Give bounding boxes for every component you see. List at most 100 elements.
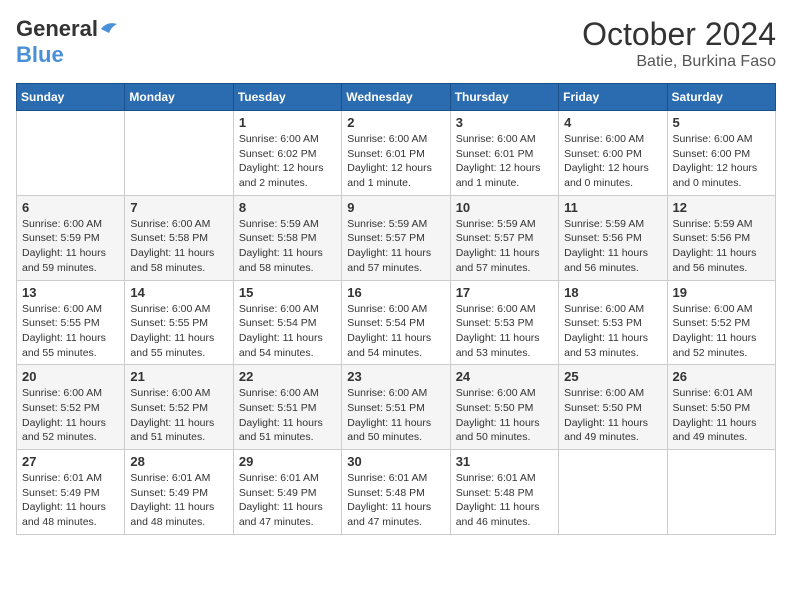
table-row: 4 Sunrise: 6:00 AMSunset: 6:00 PMDaylight… — [559, 111, 667, 196]
day-number: 2 — [347, 115, 444, 130]
day-info: Sunrise: 6:00 AMSunset: 5:51 PMDaylight:… — [239, 386, 336, 445]
table-row: 22Sunrise: 6:00 AMSunset: 5:51 PMDayligh… — [233, 365, 341, 450]
day-info: Sunrise: 6:01 AMSunset: 5:48 PMDaylight:… — [456, 471, 553, 530]
page-header: General Blue October 2024 Batie, Burkina… — [16, 16, 776, 71]
table-row: 1 Sunrise: 6:00 AMSunset: 6:02 PMDaylight… — [233, 111, 341, 196]
calendar-week-row: 27 Sunrise: 6:01 AMSunset: 5:49 PMDayligh… — [17, 450, 776, 535]
table-row: 31 Sunrise: 6:01 AMSunset: 5:48 PMDayligh… — [450, 450, 558, 535]
day-number: 11 — [564, 200, 661, 215]
table-row — [17, 111, 125, 196]
day-number: 6 — [22, 200, 119, 215]
day-number: 7 — [130, 200, 227, 215]
day-number: 4 — [564, 115, 661, 130]
day-info: Sunrise: 6:00 AMSunset: 5:50 PMDaylight:… — [456, 386, 553, 445]
header-thursday: Thursday — [450, 84, 558, 111]
table-row — [125, 111, 233, 196]
day-info: Sunrise: 6:01 AMSunset: 5:49 PMDaylight:… — [22, 471, 119, 530]
day-info: Sunrise: 6:00 AMSunset: 5:54 PMDaylight:… — [347, 302, 444, 361]
table-row: 26Sunrise: 6:01 AMSunset: 5:50 PMDayligh… — [667, 365, 775, 450]
table-row: 14Sunrise: 6:00 AMSunset: 5:55 PMDayligh… — [125, 280, 233, 365]
logo-general-text: General — [16, 16, 98, 42]
table-row: 24 Sunrise: 6:00 AMSunset: 5:50 PMDayligh… — [450, 365, 558, 450]
day-info: Sunrise: 6:01 AMSunset: 5:49 PMDaylight:… — [130, 471, 227, 530]
calendar-week-row: 6Sunrise: 6:00 AMSunset: 5:59 PMDaylight… — [17, 195, 776, 280]
day-number: 17 — [456, 285, 553, 300]
table-row: 25Sunrise: 6:00 AMSunset: 5:50 PMDayligh… — [559, 365, 667, 450]
day-number: 27 — [22, 454, 119, 469]
day-number: 12 — [673, 200, 770, 215]
day-info: Sunrise: 6:00 AMSunset: 5:51 PMDaylight:… — [347, 386, 444, 445]
day-info: Sunrise: 5:59 AMSunset: 5:57 PMDaylight:… — [456, 217, 553, 276]
table-row: 9 Sunrise: 5:59 AMSunset: 5:57 PMDaylight… — [342, 195, 450, 280]
day-number: 18 — [564, 285, 661, 300]
table-row: 2 Sunrise: 6:00 AMSunset: 6:01 PMDaylight… — [342, 111, 450, 196]
month-title: October 2024 — [582, 16, 776, 53]
table-row: 28Sunrise: 6:01 AMSunset: 5:49 PMDayligh… — [125, 450, 233, 535]
table-row: 12 Sunrise: 5:59 AMSunset: 5:56 PMDayligh… — [667, 195, 775, 280]
day-number: 21 — [130, 369, 227, 384]
logo-bird-icon — [99, 19, 119, 39]
day-info: Sunrise: 6:01 AMSunset: 5:49 PMDaylight:… — [239, 471, 336, 530]
day-info: Sunrise: 6:00 AMSunset: 5:53 PMDaylight:… — [456, 302, 553, 361]
table-row: 18Sunrise: 6:00 AMSunset: 5:53 PMDayligh… — [559, 280, 667, 365]
day-info: Sunrise: 6:00 AMSunset: 6:00 PMDaylight:… — [564, 132, 661, 191]
day-info: Sunrise: 6:00 AMSunset: 5:52 PMDaylight:… — [673, 302, 770, 361]
table-row: 13Sunrise: 6:00 AMSunset: 5:55 PMDayligh… — [17, 280, 125, 365]
day-info: Sunrise: 6:01 AMSunset: 5:48 PMDaylight:… — [347, 471, 444, 530]
table-row: 29 Sunrise: 6:01 AMSunset: 5:49 PMDayligh… — [233, 450, 341, 535]
table-row: 7Sunrise: 6:00 AMSunset: 5:58 PMDaylight… — [125, 195, 233, 280]
table-row — [559, 450, 667, 535]
day-number: 1 — [239, 115, 336, 130]
location: Batie, Burkina Faso — [582, 53, 776, 71]
day-number: 23 — [347, 369, 444, 384]
day-number: 26 — [673, 369, 770, 384]
table-row: 8Sunrise: 5:59 AMSunset: 5:58 PMDaylight… — [233, 195, 341, 280]
day-number: 31 — [456, 454, 553, 469]
title-block: October 2024 Batie, Burkina Faso — [582, 16, 776, 71]
day-info: Sunrise: 5:59 AMSunset: 5:56 PMDaylight:… — [673, 217, 770, 276]
calendar-week-row: 13Sunrise: 6:00 AMSunset: 5:55 PMDayligh… — [17, 280, 776, 365]
day-info: Sunrise: 6:00 AMSunset: 5:50 PMDaylight:… — [564, 386, 661, 445]
table-row: 19 Sunrise: 6:00 AMSunset: 5:52 PMDayligh… — [667, 280, 775, 365]
day-info: Sunrise: 6:00 AMSunset: 6:01 PMDaylight:… — [347, 132, 444, 191]
table-row: 16 Sunrise: 6:00 AMSunset: 5:54 PMDayligh… — [342, 280, 450, 365]
table-row: 5 Sunrise: 6:00 AMSunset: 6:00 PMDaylight… — [667, 111, 775, 196]
logo-general-wrap: General — [16, 16, 120, 42]
day-info: Sunrise: 6:00 AMSunset: 5:54 PMDaylight:… — [239, 302, 336, 361]
day-info: Sunrise: 5:59 AMSunset: 5:56 PMDaylight:… — [564, 217, 661, 276]
day-info: Sunrise: 6:00 AMSunset: 6:01 PMDaylight:… — [456, 132, 553, 191]
day-number: 14 — [130, 285, 227, 300]
table-row: 17 Sunrise: 6:00 AMSunset: 5:53 PMDayligh… — [450, 280, 558, 365]
header-saturday: Saturday — [667, 84, 775, 111]
day-number: 15 — [239, 285, 336, 300]
day-number: 5 — [673, 115, 770, 130]
day-number: 8 — [239, 200, 336, 215]
day-number: 3 — [456, 115, 553, 130]
day-number: 24 — [456, 369, 553, 384]
table-row: 20Sunrise: 6:00 AMSunset: 5:52 PMDayligh… — [17, 365, 125, 450]
day-number: 9 — [347, 200, 444, 215]
table-row: 27 Sunrise: 6:01 AMSunset: 5:49 PMDayligh… — [17, 450, 125, 535]
calendar-week-row: 20Sunrise: 6:00 AMSunset: 5:52 PMDayligh… — [17, 365, 776, 450]
day-info: Sunrise: 6:00 AMSunset: 6:02 PMDaylight:… — [239, 132, 336, 191]
header-wednesday: Wednesday — [342, 84, 450, 111]
day-info: Sunrise: 6:00 AMSunset: 5:52 PMDaylight:… — [130, 386, 227, 445]
logo-blue-text: Blue — [16, 42, 64, 68]
day-info: Sunrise: 6:00 AMSunset: 5:52 PMDaylight:… — [22, 386, 119, 445]
day-number: 30 — [347, 454, 444, 469]
table-row: 10 Sunrise: 5:59 AMSunset: 5:57 PMDayligh… — [450, 195, 558, 280]
day-number: 10 — [456, 200, 553, 215]
calendar-week-row: 1 Sunrise: 6:00 AMSunset: 6:02 PMDaylight… — [17, 111, 776, 196]
day-info: Sunrise: 6:00 AMSunset: 5:55 PMDaylight:… — [22, 302, 119, 361]
table-row: 15 Sunrise: 6:00 AMSunset: 5:54 PMDayligh… — [233, 280, 341, 365]
day-info: Sunrise: 5:59 AMSunset: 5:57 PMDaylight:… — [347, 217, 444, 276]
header-tuesday: Tuesday — [233, 84, 341, 111]
day-info: Sunrise: 6:00 AMSunset: 6:00 PMDaylight:… — [673, 132, 770, 191]
table-row: 23 Sunrise: 6:00 AMSunset: 5:51 PMDayligh… — [342, 365, 450, 450]
calendar-header-row: Sunday Monday Tuesday Wednesday Thursday… — [17, 84, 776, 111]
header-friday: Friday — [559, 84, 667, 111]
day-number: 29 — [239, 454, 336, 469]
day-number: 19 — [673, 285, 770, 300]
day-number: 16 — [347, 285, 444, 300]
table-row: 3 Sunrise: 6:00 AMSunset: 6:01 PMDaylight… — [450, 111, 558, 196]
